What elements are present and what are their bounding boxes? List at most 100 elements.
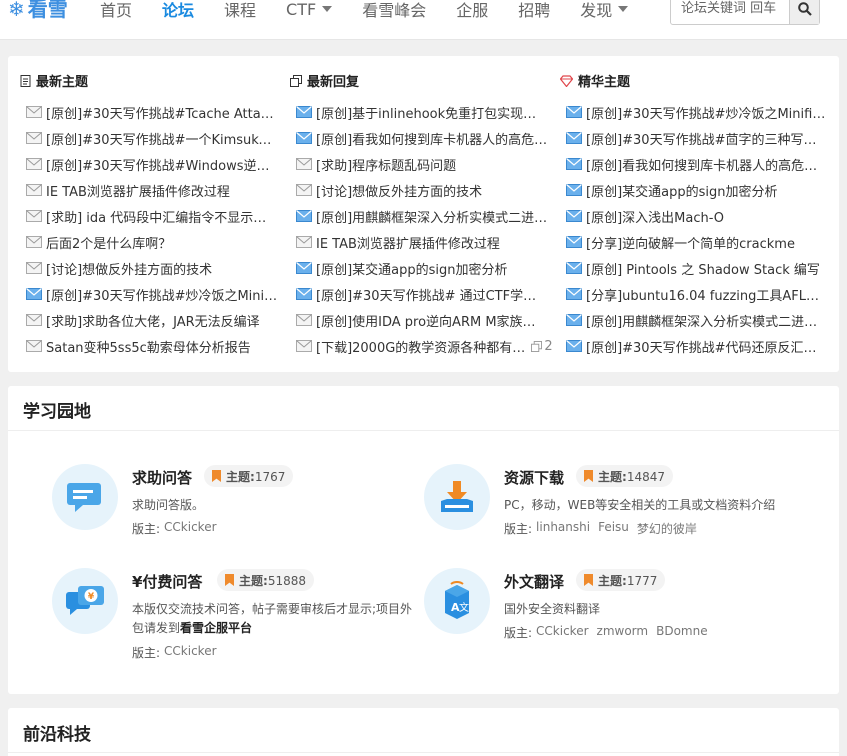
forum-downloads[interactable]: 资源下载 主题:14847 PC，移动，WEB等安全相关的工具或文档资料介绍 版… [424, 464, 784, 564]
thread-item[interactable]: [原创]用麒麟框架深入分析实模式二进… [296, 206, 547, 226]
thread-item[interactable]: [原创]#30天写作挑战# 通过CTF学习A… [296, 284, 548, 304]
thread-title[interactable]: [原创]某交通app的sign加密分析 [316, 259, 508, 278]
thread-item[interactable]: [原创]#30天写作挑战#一个KimsukyA… [26, 128, 278, 148]
thread-item[interactable]: 后面2个是什么库啊？ [26, 232, 171, 252]
search-input[interactable] [671, 0, 789, 24]
thread-item[interactable]: [原创]基于inlinehook免重打包实现持… [296, 102, 548, 122]
thread-title[interactable]: 后面2个是什么库啊？ [46, 233, 171, 252]
thread-title[interactable]: [原创]#30天写作挑战#茴字的三种写法之… [586, 129, 826, 148]
thread-item[interactable]: [原创]#30天写作挑战#茴字的三种写法之… [566, 128, 826, 148]
thread-title[interactable]: [原创]看我如何搜到库卡机器人的高危… [316, 129, 547, 148]
thread-item[interactable]: [原创]#30天写作挑战#代码还原反汇编之… [566, 336, 826, 356]
thread-title[interactable]: [原创]#30天写作挑战#炒冷饭之Minifilter… [586, 103, 826, 122]
thread-item[interactable]: [原创]#30天写作挑战#Tcache Attack… [26, 102, 278, 122]
thread-item[interactable]: [原创]看我如何搜到库卡机器人的高危漏洞 [566, 154, 826, 174]
moderator-link[interactable]: CCkicker [164, 520, 216, 537]
thread-title[interactable]: [讨论]想做反外挂方面的技术 [46, 259, 212, 278]
thread-item[interactable]: [原创]#30天写作挑战#Windows逆向… [26, 154, 278, 174]
nav-forum[interactable]: 论坛 [162, 0, 194, 21]
thread-title[interactable]: [原创]#30天写作挑战#Windows逆向… [46, 155, 278, 174]
thread-item[interactable]: [讨论]想做反外挂方面的技术 [296, 180, 482, 200]
thread-item[interactable]: [求助] ida 代码段中汇编指令不显示如… [26, 206, 278, 226]
thread-item[interactable]: [原创]某交通app的sign加密分析 [566, 180, 778, 200]
thread-item[interactable]: [原创]使用IDA pro逆向ARM M家族心… [296, 310, 548, 330]
thread-title[interactable]: [讨论]想做反外挂方面的技术 [316, 181, 482, 200]
thread-title[interactable]: [原创]某交通app的sign加密分析 [586, 181, 778, 200]
thread-title[interactable]: [原创]基于inlinehook免重打包实现持… [316, 103, 548, 122]
thread-title[interactable]: [原创]#30天写作挑战# 通过CTF学习A… [316, 285, 548, 304]
thread-title[interactable]: [分享]ubuntu16.04 fuzzing工具AFL安装… [586, 285, 826, 304]
thread-title[interactable]: [原创]深入浅出Mach-O [586, 207, 724, 226]
moderator-link[interactable]: zmworm [597, 624, 649, 641]
nav-courses[interactable]: 课程 [224, 0, 256, 21]
forum-paid-qa[interactable]: ¥ ¥付费问答 主题:51888 本版仅交流技术问答，帖子需要审核后才显示;项目… [52, 568, 412, 668]
thread-title[interactable]: IE TAB浏览器扩展插件修改过程 [46, 181, 230, 200]
moderator-link[interactable]: 梦幻的彼岸 [637, 520, 697, 537]
study-garden-card: 学习园地 求助问答 主题:1767 求助问答版。 版主: CCkicker 资源… [8, 386, 839, 694]
thread-title[interactable]: [求助]程序标题乱码问题 [316, 155, 456, 174]
nav-summit[interactable]: 看雪峰会 [362, 0, 426, 21]
thread-item[interactable]: [原创]#30天写作挑战#炒冷饭之Minifilter… [566, 102, 826, 122]
thread-item[interactable]: [原创]用麒麟框架深入分析实模式二进制… [566, 310, 826, 330]
thread-item[interactable]: [原创]深入浅出Mach-O [566, 206, 724, 226]
thread-item[interactable]: IE TAB浏览器扩展插件修改过程 [296, 232, 500, 252]
moderators-label: 版主: [132, 646, 161, 660]
thread-title[interactable]: [原创]用麒麟框架深入分析实模式二进制… [586, 311, 826, 330]
nav-label: 课程 [224, 1, 257, 20]
thread-title[interactable]: [分享]逆向破解一个简单的crackme [586, 233, 795, 252]
thread-item[interactable]: [原创]#30天写作挑战#炒冷饭之Minifilt… [26, 284, 278, 304]
thread-title[interactable]: [原创]#30天写作挑战#炒冷饭之Minifilt… [46, 285, 278, 304]
thread-item[interactable]: [求助]求助各位大佬，JAR无法反编译 [26, 310, 260, 330]
thread-title[interactable]: [原创]看我如何搜到库卡机器人的高危漏洞 [586, 155, 826, 174]
moderator-link[interactable]: Feisu [598, 520, 629, 537]
thread-title[interactable]: Satan变种5ss5c勒索母体分析报告 [46, 337, 251, 356]
thread-item[interactable]: Satan变种5ss5c勒索母体分析报告 [26, 336, 251, 356]
envelope-icon-svg [566, 184, 582, 196]
forum-description: 国外安全资料翻译 [504, 600, 784, 619]
forum-qa[interactable]: 求助问答 主题:1767 求助问答版。 版主: CCkicker [52, 464, 412, 564]
thread-title[interactable]: [原创]用麒麟框架深入分析实模式二进… [316, 207, 547, 226]
nav-discover[interactable]: 发现 [580, 0, 629, 21]
forum-name[interactable]: 求助问答 [132, 467, 192, 488]
thread-title[interactable]: [原创]#30天写作挑战#代码还原反汇编之… [586, 337, 826, 356]
thread-item[interactable]: [讨论]想做反外挂方面的技术 [26, 258, 212, 278]
moderator-link[interactable]: linhanshi [536, 520, 590, 537]
thread-item[interactable]: [原创]看我如何搜到库卡机器人的高危… [296, 128, 547, 148]
section-title: 前沿科技 [23, 725, 91, 745]
nav-ctf[interactable]: CTF [286, 0, 333, 19]
nav-home[interactable]: 首页 [100, 0, 132, 21]
thread-item[interactable]: [求助]程序标题乱码问题 [296, 154, 456, 174]
thread-item[interactable]: [原创] Pintools 之 Shadow Stack 编写 [566, 258, 820, 278]
chevron-down-icon [322, 6, 333, 12]
site-logo[interactable]: ❄ 看雪 [8, 0, 68, 24]
thread-item[interactable]: [分享]ubuntu16.04 fuzzing工具AFL安装… [566, 284, 826, 304]
forum-description-text: 求助问答版。 [132, 498, 205, 512]
search-button[interactable] [789, 0, 819, 24]
thread-item[interactable]: [下载]2000G的教学资源各种都有… 2 [296, 336, 553, 356]
envelope-icon [296, 314, 312, 326]
thread-item[interactable]: [分享]逆向破解一个简单的crackme [566, 232, 795, 252]
forum-name[interactable]: 外文翻译 [504, 571, 564, 592]
thread-item[interactable]: IE TAB浏览器扩展插件修改过程 [26, 180, 230, 200]
thread-title[interactable]: [求助]求助各位大佬，JAR无法反编译 [46, 311, 260, 330]
nav-enterprise[interactable]: 企服 [456, 0, 488, 21]
moderators: 版主: linhanshi Feisu 梦幻的彼岸 [504, 520, 697, 537]
thread-title[interactable]: [原创]#30天写作挑战#一个KimsukyA… [46, 129, 278, 148]
moderator-link[interactable]: CCkicker [164, 644, 216, 661]
thread-title[interactable]: [原创] Pintools 之 Shadow Stack 编写 [586, 259, 820, 278]
thread-title[interactable]: [求助] ida 代码段中汇编指令不显示如… [46, 207, 278, 226]
forum-name[interactable]: ¥付费问答 [132, 571, 202, 592]
envelope-icon [296, 340, 312, 352]
moderator-link[interactable]: CCkicker [536, 624, 588, 641]
moderator-link[interactable]: BDomne [656, 624, 708, 641]
thread-title[interactable]: [原创]#30天写作挑战#Tcache Attack… [46, 103, 278, 122]
nav-jobs[interactable]: 招聘 [518, 0, 550, 21]
thread-title[interactable]: IE TAB浏览器扩展插件修改过程 [316, 233, 500, 252]
forum-name[interactable]: 资源下载 [504, 467, 564, 488]
envelope-icon [566, 262, 582, 274]
enterprise-platform-link[interactable]: 看雪企服平台 [180, 621, 252, 635]
thread-item[interactable]: [原创]某交通app的sign加密分析 [296, 258, 508, 278]
thread-title[interactable]: [下载]2000G的教学资源各种都有… [316, 337, 525, 356]
thread-title[interactable]: [原创]使用IDA pro逆向ARM M家族心… [316, 311, 548, 330]
forum-translation[interactable]: A文 外文翻译 主题:1777 国外安全资料翻译 版主: CCkicker zm… [424, 568, 784, 668]
